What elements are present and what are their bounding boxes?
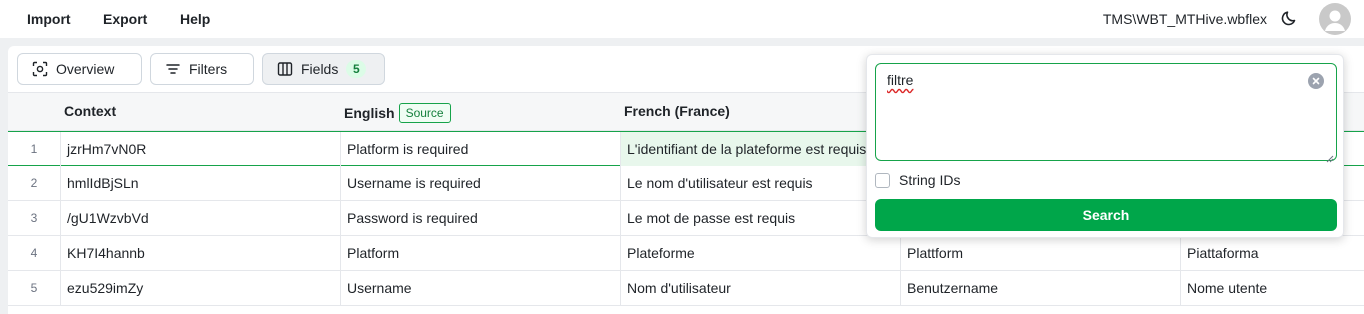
row-number: 4: [30, 246, 38, 260]
french-cell[interactable]: Nom d'utilisateur: [620, 271, 900, 305]
overview-button[interactable]: Overview: [17, 53, 142, 85]
french-cell[interactable]: Plateforme: [620, 236, 900, 270]
english-cell[interactable]: Platform: [340, 236, 620, 270]
string-ids-checkbox[interactable]: [875, 172, 890, 188]
german-cell[interactable]: Benutzername: [900, 271, 1180, 305]
french-cell[interactable]: Le mot de passe est requis: [620, 201, 900, 235]
english-cell[interactable]: Password is required: [340, 201, 620, 235]
row-number: 1: [30, 142, 38, 156]
columns-icon: [277, 62, 293, 76]
string-ids-option[interactable]: String IDs: [875, 172, 960, 188]
moon-icon[interactable]: [1280, 8, 1300, 28]
search-popover: filtre String IDs Search: [866, 54, 1344, 238]
filter-lines-icon: [166, 64, 180, 74]
french-cell[interactable]: Le nom d'utilisateur est requis: [620, 166, 900, 200]
english-cell[interactable]: Platform is required: [340, 132, 620, 166]
context-cell[interactable]: /gU1WzvbVd: [60, 201, 340, 235]
italian-cell[interactable]: Nome utente: [1180, 271, 1364, 305]
overview-label: Overview: [56, 61, 115, 77]
french-cell[interactable]: L'identifiant de la plateforme est requi…: [620, 132, 900, 166]
english-cell[interactable]: Username: [340, 271, 620, 305]
filters-button[interactable]: Filters: [150, 53, 254, 85]
german-cell[interactable]: Plattform: [900, 236, 1180, 270]
fields-button[interactable]: Fields 5: [262, 53, 385, 85]
row-number: 5: [30, 281, 38, 295]
header-english[interactable]: English Source: [344, 103, 451, 123]
row-number: 3: [30, 211, 38, 225]
table-row[interactable]: 4 KH7I4hannb Platform Plateforme Plattfo…: [8, 236, 1364, 271]
search-textarea[interactable]: filtre: [875, 63, 1337, 163]
english-cell[interactable]: Username is required: [340, 166, 620, 200]
menu-help[interactable]: Help: [180, 11, 210, 27]
header-french[interactable]: French (France): [624, 103, 730, 119]
menu-export[interactable]: Export: [103, 11, 147, 27]
context-cell[interactable]: ezu529imZy: [60, 271, 340, 305]
fields-count-badge: 5: [346, 60, 367, 78]
clear-icon[interactable]: [1308, 73, 1324, 89]
resize-handle-icon[interactable]: [1326, 150, 1334, 163]
workspace-name: TMS\WBT_MTHive.wbflex: [1102, 11, 1267, 27]
avatar[interactable]: [1319, 3, 1351, 35]
string-ids-label: String IDs: [899, 172, 961, 188]
menu-import[interactable]: Import: [27, 11, 71, 27]
row-number: 2: [30, 176, 38, 190]
header-english-label: English: [344, 105, 395, 121]
header-context[interactable]: Context: [64, 103, 116, 119]
context-cell[interactable]: KH7I4hannb: [60, 236, 340, 270]
search-query: filtre: [887, 72, 914, 88]
italian-cell[interactable]: Piattaforma: [1180, 236, 1364, 270]
scan-icon: [32, 61, 48, 77]
source-badge: Source: [398, 103, 451, 123]
fields-label: Fields: [301, 61, 339, 77]
context-cell[interactable]: jzrHm7vN0R: [60, 132, 340, 166]
search-button[interactable]: Search: [875, 199, 1337, 231]
table-row[interactable]: 5 ezu529imZy Username Nom d'utilisateur …: [8, 271, 1364, 306]
menu-bar: Import Export Help TMS\WBT_MTHive.wbflex: [0, 0, 1364, 38]
filters-label: Filters: [189, 61, 228, 77]
context-cell[interactable]: hmlIdBjSLn: [60, 166, 340, 200]
